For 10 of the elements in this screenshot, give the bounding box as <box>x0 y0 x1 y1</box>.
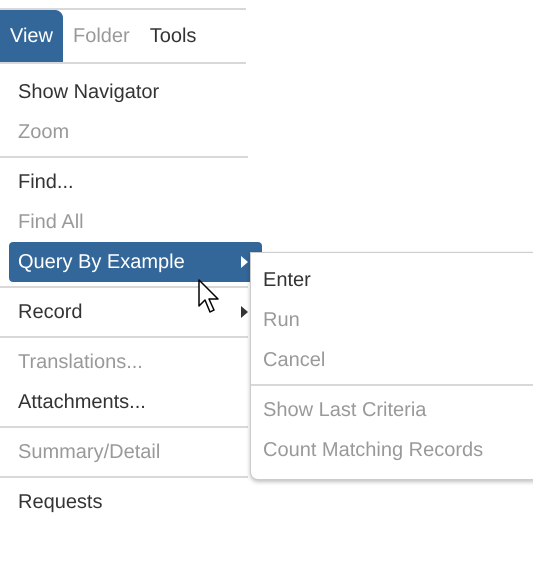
menu-item[interactable]: Query By Example <box>9 242 262 282</box>
menu-item[interactable]: Find... <box>9 162 88 202</box>
menu-bar-item[interactable]: Tools <box>140 10 206 62</box>
menu-item[interactable]: Attachments... <box>9 382 160 422</box>
submenu-arrow-icon <box>241 306 248 318</box>
mouse-pointer-icon <box>198 279 220 315</box>
menu-bar-item[interactable]: View <box>0 10 63 62</box>
submenu-arrow-icon <box>241 256 248 268</box>
menu-item[interactable]: Show Navigator <box>9 72 174 112</box>
menu-item[interactable]: Requests <box>9 482 116 522</box>
